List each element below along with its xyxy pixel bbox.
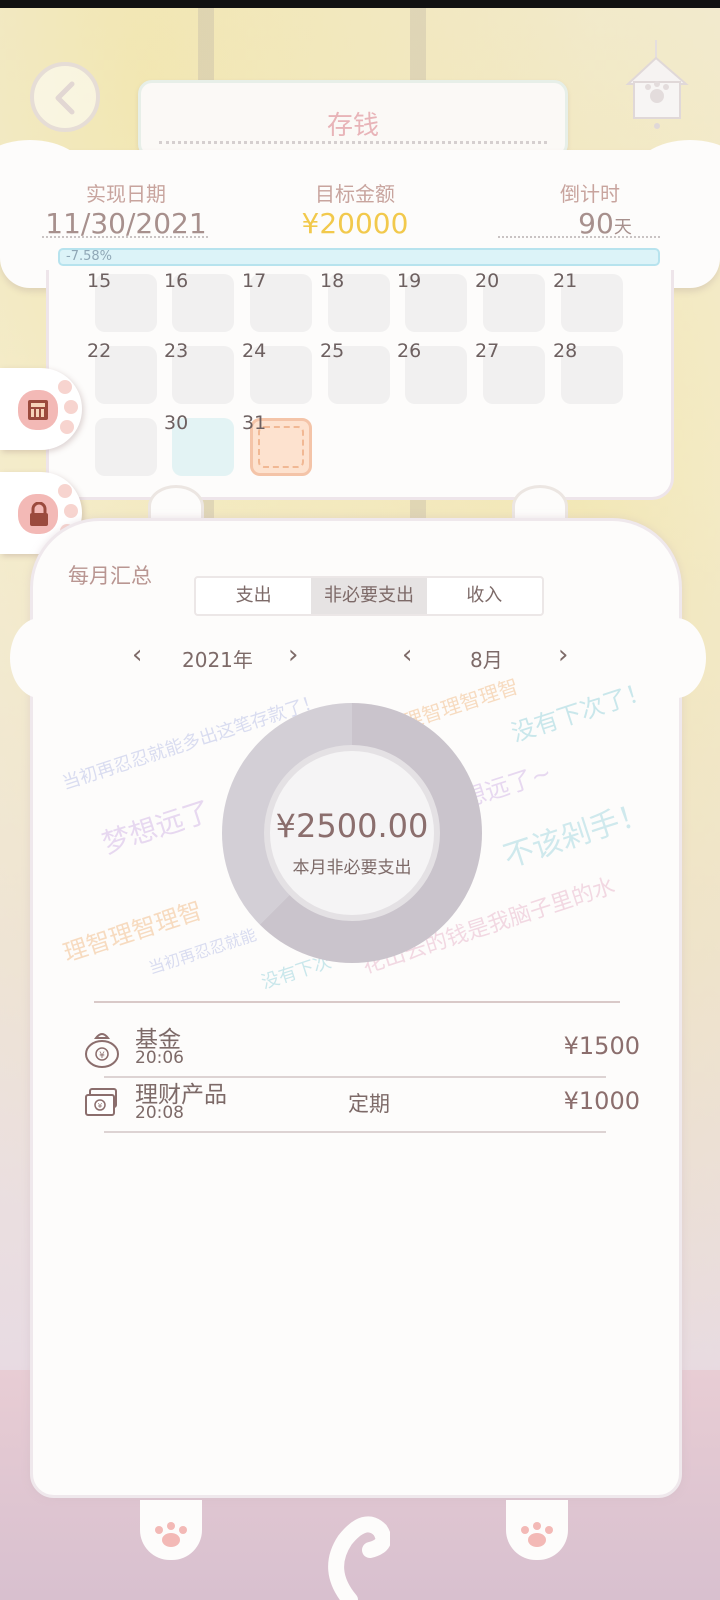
calendar-day-number: 19 bbox=[397, 270, 422, 292]
lock-icon bbox=[30, 502, 48, 526]
status-bar bbox=[0, 0, 720, 8]
calendar-day-number: 20 bbox=[475, 270, 500, 292]
progress-text: -7.58% bbox=[66, 249, 112, 264]
page-title: 存钱 bbox=[326, 111, 379, 141]
savings-progress-bar: -7.58% bbox=[58, 248, 660, 266]
panel-side-bump bbox=[646, 618, 706, 698]
record-amount: ¥1500 bbox=[563, 1032, 640, 1060]
calendar-day-number: 25 bbox=[320, 340, 345, 362]
svg-text:¥: ¥ bbox=[99, 1051, 105, 1061]
date-dotline bbox=[42, 236, 208, 238]
category-tabs: 支出 非必要支出 收入 bbox=[194, 576, 544, 616]
paw-print-icon bbox=[521, 1522, 553, 1547]
next-year-button[interactable]: › bbox=[288, 640, 298, 670]
calendar-day-number: 31 bbox=[242, 412, 267, 434]
calendar-day-number: 16 bbox=[164, 270, 189, 292]
paw-toe bbox=[58, 380, 72, 394]
calendar-day-number: 30 bbox=[164, 412, 189, 434]
panel-side-bump bbox=[10, 618, 70, 698]
target-date-label: 实现日期 bbox=[86, 182, 166, 206]
money-bag-icon: ¥ bbox=[85, 1033, 119, 1068]
cat-house-icon bbox=[625, 40, 689, 129]
paw-toe bbox=[64, 504, 78, 518]
record-amount: ¥1000 bbox=[563, 1087, 640, 1115]
prev-month-button[interactable]: ‹ bbox=[402, 640, 412, 670]
home-button[interactable] bbox=[622, 40, 694, 130]
year-label: 2021年 bbox=[182, 648, 253, 672]
cat-foot bbox=[140, 1500, 202, 1560]
record-tag: 定期 bbox=[348, 1092, 390, 1116]
calendar-day-number: 24 bbox=[242, 340, 267, 362]
target-amount-label: 目标金额 bbox=[315, 182, 395, 206]
tab-income[interactable]: 收入 bbox=[427, 578, 542, 614]
title-underline bbox=[159, 141, 547, 144]
cat-foot bbox=[506, 1500, 568, 1560]
monthly-summary-panel bbox=[30, 518, 682, 1498]
record-time: 20:06 bbox=[135, 1048, 184, 1068]
countdown: 倒计时 90天 bbox=[520, 178, 660, 240]
calculator-icon bbox=[28, 400, 48, 420]
countdown-unit: 天 bbox=[613, 217, 632, 238]
list-item[interactable]: ¥ 理财产品 20:08 定期 ¥1000 bbox=[80, 1075, 640, 1133]
record-time: 20:08 bbox=[135, 1103, 184, 1123]
back-button[interactable] bbox=[30, 62, 100, 132]
calculator-paw-button[interactable] bbox=[0, 368, 82, 450]
calendar-day-number: 17 bbox=[242, 270, 267, 292]
expense-donut-chart: ¥2500.00 本月非必要支出 bbox=[222, 703, 482, 963]
target-amount-value: ¥20000 bbox=[301, 207, 409, 240]
paw-toe bbox=[58, 484, 72, 498]
paw-print-icon bbox=[155, 1522, 187, 1547]
tab-nonessential-expense[interactable]: 非必要支出 bbox=[311, 578, 427, 614]
month-total-label: 本月非必要支出 bbox=[292, 858, 412, 878]
chevron-left-icon bbox=[55, 81, 75, 115]
calendar-day-number: 28 bbox=[553, 340, 578, 362]
records-divider bbox=[94, 1001, 620, 1003]
calendar-day-number: 22 bbox=[87, 340, 112, 362]
paw-toe bbox=[60, 420, 74, 434]
list-item[interactable]: ¥ 基金 20:06 ¥1500 bbox=[80, 1020, 640, 1078]
calendar-day-number: 21 bbox=[553, 270, 578, 292]
calendar: 15 16 17 18 19 20 21 22 23 24 25 26 27 2… bbox=[46, 270, 674, 500]
countdown-label: 倒计时 bbox=[560, 182, 620, 206]
target-amount: 目标金额 ¥20000 bbox=[270, 178, 440, 240]
prev-year-button[interactable]: ‹ bbox=[132, 640, 142, 670]
paw-toe bbox=[64, 400, 78, 414]
target-date: 实现日期 11/30/2021 bbox=[42, 178, 210, 240]
monthly-summary-title: 每月汇总 bbox=[68, 564, 152, 588]
calendar-day-number: 26 bbox=[397, 340, 422, 362]
month-label: 8月 bbox=[470, 648, 503, 672]
title-card: 存钱 bbox=[138, 80, 568, 158]
calendar-day-number: 27 bbox=[475, 340, 500, 362]
countdown-dotline bbox=[498, 236, 660, 238]
cat-tail-icon bbox=[328, 1516, 390, 1600]
calendar-day-number: 18 bbox=[320, 270, 345, 292]
month-total-amount: ¥2500.00 bbox=[275, 807, 429, 845]
tab-expense[interactable]: 支出 bbox=[196, 578, 311, 614]
cash-icon: ¥ bbox=[85, 1088, 117, 1116]
calendar-day-number: 23 bbox=[164, 340, 189, 362]
donut-center: ¥2500.00 本月非必要支出 bbox=[264, 745, 440, 921]
calendar-day-cell[interactable] bbox=[95, 418, 157, 476]
calendar-day-number: 15 bbox=[87, 270, 112, 292]
row-divider bbox=[104, 1131, 606, 1133]
next-month-button[interactable]: › bbox=[558, 640, 568, 670]
svg-text:¥: ¥ bbox=[98, 1102, 103, 1110]
goal-info-panel: 实现日期 11/30/2021 目标金额 ¥20000 倒计时 90天 -7.5… bbox=[0, 140, 720, 288]
